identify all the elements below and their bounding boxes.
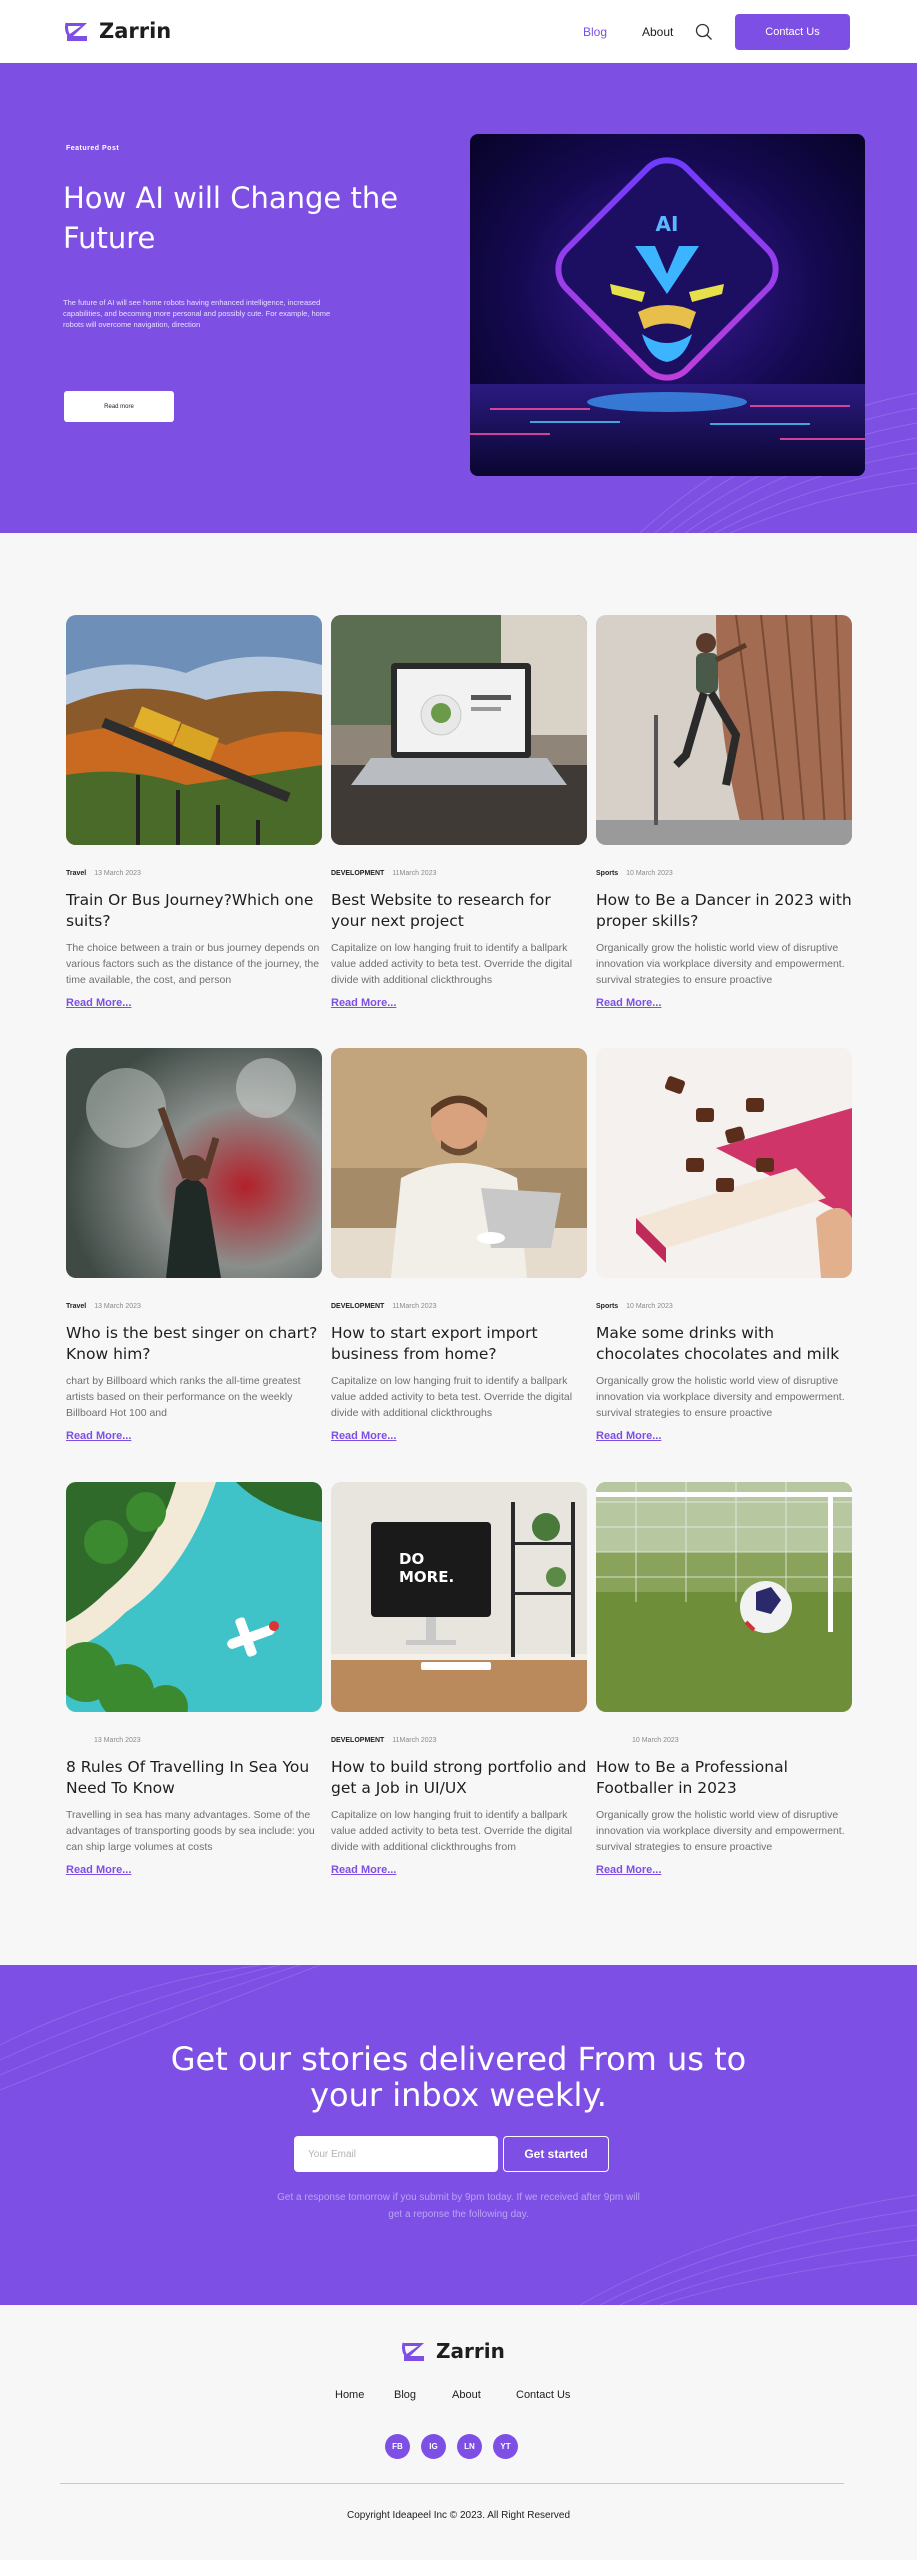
newsletter-note: Get a response tomorrow if you submit by…: [277, 2192, 640, 2220]
post-date: 10 March 2023: [626, 870, 673, 877]
read-more-link[interactable]: Read More...: [331, 997, 396, 1009]
post-excerpt: Capitalize on low hanging fruit to ident…: [331, 942, 573, 986]
contact-us-button[interactable]: Contact Us: [735, 14, 850, 50]
post-date: 11March 2023: [392, 1737, 437, 1744]
post-meta: Travel 13 March 2023: [66, 1303, 141, 1310]
svg-text:MORE.: MORE.: [399, 1568, 454, 1586]
post-title[interactable]: Who is the best singer on chart? Know hi…: [66, 1323, 322, 1365]
nav-link-blog[interactable]: Blog: [583, 25, 607, 39]
post-image-dancer[interactable]: [596, 615, 852, 845]
post-category[interactable]: DEVELOPMENT: [331, 870, 384, 877]
post-image-football[interactable]: [596, 1482, 852, 1712]
zarrin-logo-icon: [402, 2342, 424, 2361]
footer-link-home[interactable]: Home: [335, 2389, 364, 2401]
post-date: 10 March 2023: [626, 1303, 673, 1310]
svg-text:AI: AI: [656, 212, 679, 236]
post-meta: 13 March 2023: [66, 1737, 141, 1744]
read-more-link[interactable]: Read More...: [596, 1864, 661, 1876]
youtube-icon[interactable]: YT: [493, 2434, 518, 2459]
zarrin-logo-icon: [65, 22, 87, 41]
post-date: 13 March 2023: [94, 1303, 141, 1310]
footer-brand-logo[interactable]: Zarrin: [400, 2336, 505, 2366]
read-more-link[interactable]: Read More...: [596, 997, 661, 1009]
post-category[interactable]: Sports: [596, 870, 618, 877]
post-image-desk[interactable]: DO MORE.: [331, 1482, 587, 1712]
site-footer: Zarrin Home Blog About Contact Us FB IG …: [0, 2305, 917, 2560]
featured-post-label: Featured Post: [66, 145, 120, 152]
post-title[interactable]: How to build strong portfolio and get a …: [331, 1757, 587, 1799]
read-more-link[interactable]: Read More...: [66, 1430, 131, 1442]
hero-title: How AI will Change the Future: [63, 181, 399, 255]
footer-link-blog[interactable]: Blog: [394, 2389, 416, 2401]
post-meta: DEVELOPMENT 11March 2023: [331, 870, 436, 877]
post-meta: DEVELOPMENT 11March 2023: [331, 1737, 436, 1744]
post-image-train[interactable]: [66, 615, 322, 845]
newsletter-title: Get our stories delivered From us to you…: [170, 2040, 747, 2114]
post-date: 10 March 2023: [632, 1737, 679, 1744]
search-icon[interactable]: [694, 22, 714, 42]
read-more-link[interactable]: Read More...: [66, 997, 131, 1009]
post-meta: Sports 10 March 2023: [596, 1303, 673, 1310]
post-title[interactable]: Make some drinks with chocolates chocola…: [596, 1323, 852, 1365]
post-title[interactable]: How to Be a Professional Footballer in 2…: [596, 1757, 852, 1799]
post-category[interactable]: DEVELOPMENT: [331, 1737, 384, 1744]
footer-link-contact[interactable]: Contact Us: [516, 2389, 570, 2401]
post-meta: Travel 13 March 2023: [66, 870, 141, 877]
post-meta: DEVELOPMENT 11March 2023: [331, 1303, 436, 1310]
post-image-laptop[interactable]: [331, 615, 587, 845]
post-image-singer[interactable]: [66, 1048, 322, 1278]
post-excerpt: Capitalize on low hanging fruit to ident…: [331, 1809, 573, 1853]
post-title[interactable]: Best Website to research for your next p…: [331, 890, 587, 932]
hero-description: The future of AI will see home robots ha…: [63, 298, 331, 329]
top-navbar: Zarrin Blog About Contact Us: [0, 0, 917, 63]
post-date: 11March 2023: [392, 870, 437, 877]
post-image-sea[interactable]: [66, 1482, 322, 1712]
linkedin-icon[interactable]: LN: [457, 2434, 482, 2459]
post-excerpt: Organically grow the holistic world view…: [596, 942, 845, 986]
post-category[interactable]: Sports: [596, 1303, 618, 1310]
post-excerpt: Capitalize on low hanging fruit to ident…: [331, 1375, 573, 1419]
post-category[interactable]: Travel: [66, 1303, 86, 1310]
featured-hero: Featured Post How AI will Change the Fut…: [0, 63, 917, 533]
post-excerpt: Travelling in sea has many advantages. S…: [66, 1809, 315, 1853]
post-category[interactable]: Travel: [66, 870, 86, 877]
post-title[interactable]: 8 Rules Of Travelling In Sea You Need To…: [66, 1757, 322, 1799]
post-category[interactable]: DEVELOPMENT: [331, 1303, 384, 1310]
post-title[interactable]: Train Or Bus Journey?Which one suits?: [66, 890, 322, 932]
read-more-link[interactable]: Read More...: [331, 1864, 396, 1876]
svg-text:DO: DO: [399, 1550, 424, 1568]
footer-divider: [60, 2483, 844, 2484]
newsletter-wave-decoration: [0, 1965, 917, 2305]
post-date: 13 March 2023: [94, 1737, 141, 1744]
post-image-chocolates[interactable]: [596, 1048, 852, 1278]
post-excerpt: chart by Billboard which ranks the all-t…: [66, 1375, 301, 1419]
post-image-businessman[interactable]: [331, 1048, 587, 1278]
post-title[interactable]: How to Be a Dancer in 2023 with proper s…: [596, 890, 852, 932]
footer-brand-name: Zarrin: [436, 2339, 505, 2363]
read-more-button[interactable]: Read more: [64, 391, 174, 422]
email-input[interactable]: [294, 2136, 498, 2172]
brand-name: Zarrin: [99, 19, 172, 43]
post-excerpt: Organically grow the holistic world view…: [596, 1375, 845, 1419]
footer-link-about[interactable]: About: [452, 2389, 481, 2401]
post-date: 11March 2023: [392, 1303, 437, 1310]
read-more-link[interactable]: Read More...: [331, 1430, 396, 1442]
read-more-link[interactable]: Read More...: [66, 1864, 131, 1876]
facebook-icon[interactable]: FB: [385, 2434, 410, 2459]
instagram-icon[interactable]: IG: [421, 2434, 446, 2459]
post-excerpt: Organically grow the holistic world view…: [596, 1809, 845, 1853]
post-title[interactable]: How to start export import business from…: [331, 1323, 587, 1365]
hero-ai-image[interactable]: AI: [470, 134, 865, 476]
newsletter-section: Get our stories delivered From us to you…: [0, 1965, 917, 2305]
post-meta: 10 March 2023: [596, 1737, 679, 1744]
nav-link-about[interactable]: About: [642, 25, 673, 39]
brand-logo[interactable]: Zarrin: [63, 16, 171, 46]
get-started-button[interactable]: Get started: [503, 2136, 609, 2172]
post-excerpt: The choice between a train or bus journe…: [66, 942, 320, 986]
post-date: 13 March 2023: [94, 870, 141, 877]
read-more-link[interactable]: Read More...: [596, 1430, 661, 1442]
copyright-text: Copyright Ideapeel Inc © 2023. All Right…: [346, 2510, 571, 2521]
post-meta: Sports 10 March 2023: [596, 870, 673, 877]
